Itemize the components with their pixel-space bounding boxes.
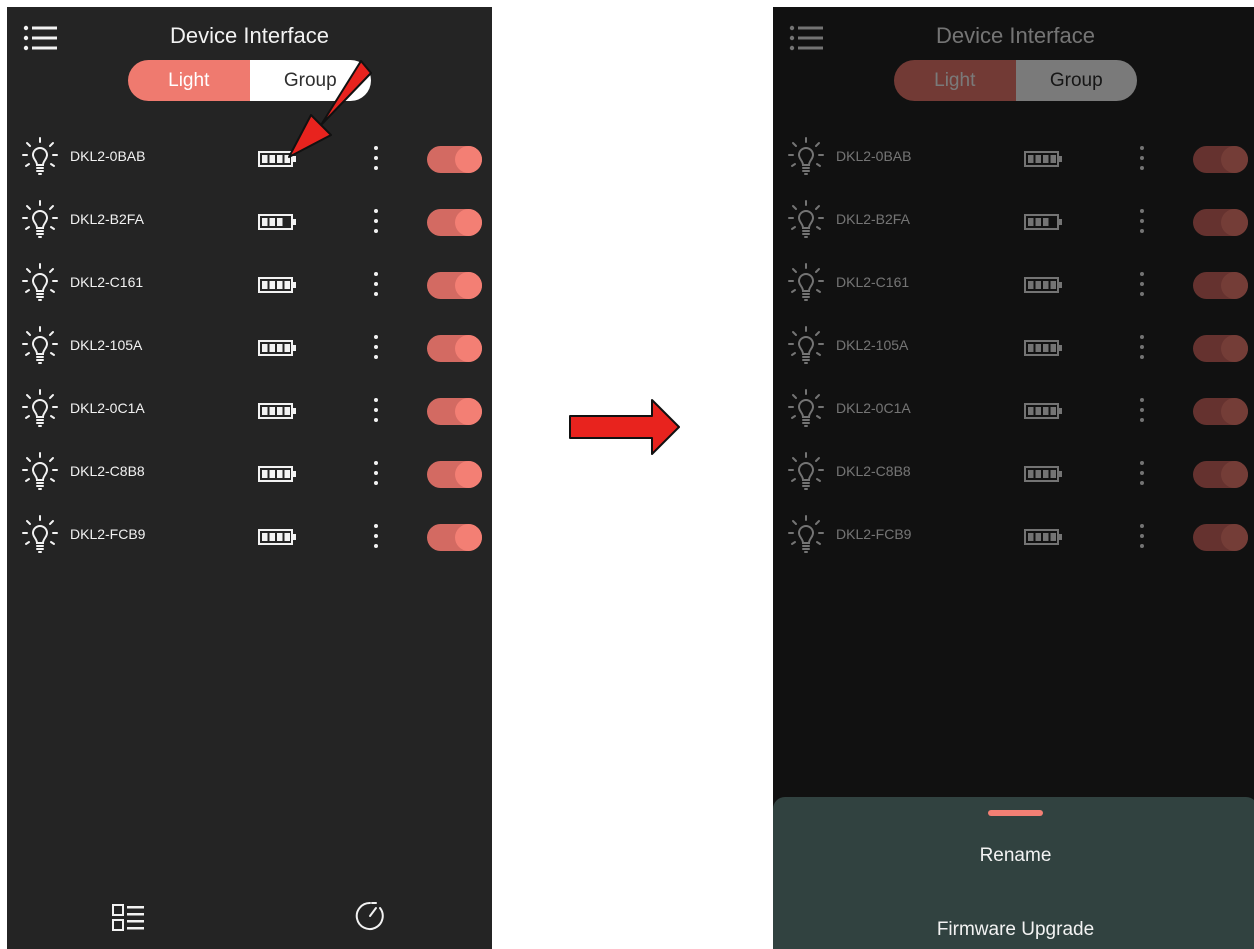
toggle-knob <box>455 335 482 362</box>
device-row[interactable]: DKL2-C161 <box>7 260 492 306</box>
device-name: DKL2-105A <box>70 337 143 353</box>
battery-icon <box>258 277 296 293</box>
toggle-knob <box>455 209 482 236</box>
device-name: DKL2-FCB9 <box>70 526 146 542</box>
device-name: DKL2-0BAB <box>70 148 146 164</box>
bottom-nav <box>7 889 492 949</box>
more-options-icon[interactable] <box>366 461 386 485</box>
toggle-knob <box>455 398 482 425</box>
device-row[interactable]: DKL2-FCB9 <box>7 512 492 558</box>
device-row[interactable]: DKL2-0BAB <box>7 134 492 180</box>
sheet-drag-handle[interactable] <box>988 810 1043 816</box>
more-options-icon[interactable] <box>366 209 386 233</box>
list-layout-icon[interactable] <box>111 903 145 933</box>
bulb-icon <box>22 263 58 301</box>
bulb-icon <box>22 452 58 490</box>
bulb-icon <box>22 200 58 238</box>
power-toggle[interactable] <box>427 398 482 425</box>
bottom-sheet: Rename Firmware Upgrade <box>773 797 1254 949</box>
battery-icon <box>258 340 296 356</box>
page-title: Device Interface <box>170 23 329 48</box>
timer-icon[interactable] <box>353 899 387 933</box>
battery-icon <box>258 529 296 545</box>
device-row[interactable]: DKL2-105A <box>7 323 492 369</box>
battery-icon <box>258 403 296 419</box>
toggle-knob <box>455 146 482 173</box>
screen-before: Device Interface Light Group DKL2-0BAB DK… <box>7 7 492 949</box>
power-toggle[interactable] <box>427 335 482 362</box>
tab-light[interactable]: Light <box>128 60 250 101</box>
toggle-knob <box>455 524 482 551</box>
power-toggle[interactable] <box>427 272 482 299</box>
pointer-arrow-icon <box>288 60 372 158</box>
power-toggle[interactable] <box>427 146 482 173</box>
bulb-icon <box>22 515 58 553</box>
device-name: DKL2-C8B8 <box>70 463 145 479</box>
toggle-knob <box>455 272 482 299</box>
transition-arrow-icon <box>569 399 680 455</box>
bulb-icon <box>22 326 58 364</box>
power-toggle[interactable] <box>427 209 482 236</box>
battery-icon <box>258 466 296 482</box>
more-options-icon[interactable] <box>366 335 386 359</box>
device-name: DKL2-B2FA <box>70 211 144 227</box>
more-options-icon[interactable] <box>366 524 386 548</box>
device-row[interactable]: DKL2-C8B8 <box>7 449 492 495</box>
bulb-icon <box>22 137 58 175</box>
power-toggle[interactable] <box>427 461 482 488</box>
toggle-knob <box>455 461 482 488</box>
power-toggle[interactable] <box>427 524 482 551</box>
bulb-icon <box>22 389 58 427</box>
more-options-icon[interactable] <box>366 272 386 296</box>
device-row[interactable]: DKL2-B2FA <box>7 197 492 243</box>
device-name: DKL2-0C1A <box>70 400 145 416</box>
rename-option[interactable]: Rename <box>773 845 1254 867</box>
screen-after: Device Interface Light Group DKL2-0BABDK… <box>773 7 1254 949</box>
device-name: DKL2-C161 <box>70 274 144 290</box>
more-options-icon[interactable] <box>366 398 386 422</box>
firmware-upgrade-option[interactable]: Firmware Upgrade <box>773 919 1254 941</box>
battery-icon <box>258 214 296 230</box>
device-row[interactable]: DKL2-0C1A <box>7 386 492 432</box>
